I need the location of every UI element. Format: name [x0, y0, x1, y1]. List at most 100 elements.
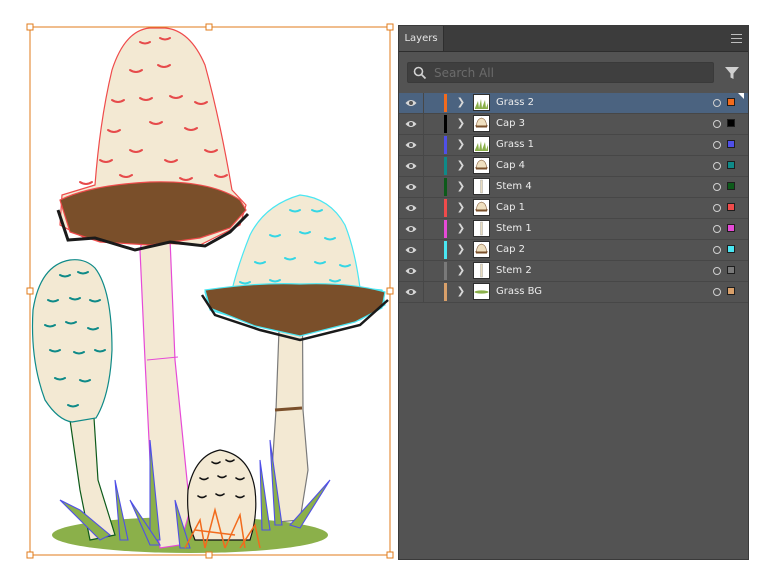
column-divider [423, 93, 424, 113]
layer-row[interactable]: ❯ Stem 2 [399, 261, 748, 282]
layer-name[interactable]: Stem 1 [496, 219, 532, 239]
layer-color-bar [444, 178, 447, 196]
expand-chevron-icon[interactable]: ❯ [455, 284, 467, 299]
layer-color-bar [444, 220, 447, 238]
eye-visibility-icon[interactable] [405, 119, 417, 129]
layer-thumbnail [473, 136, 490, 153]
eye-visibility-icon[interactable] [405, 224, 417, 234]
layer-thumbnail [473, 157, 490, 174]
target-circle-icon[interactable] [713, 99, 721, 107]
layer-name[interactable]: Grass 1 [496, 135, 534, 155]
selection-indicator-square[interactable] [727, 287, 735, 295]
expand-chevron-icon[interactable]: ❯ [455, 221, 467, 236]
target-circle-icon[interactable] [713, 246, 721, 254]
funnel-filter-icon[interactable] [724, 65, 740, 81]
selection-indicator-square[interactable] [727, 266, 735, 274]
tab-layers[interactable]: Layers [399, 26, 444, 51]
search-input[interactable] [434, 63, 704, 82]
column-divider [423, 282, 424, 302]
column-divider [423, 261, 424, 281]
layer-name[interactable]: Cap 3 [496, 114, 525, 134]
eye-visibility-icon[interactable] [405, 182, 417, 192]
layer-row[interactable]: ❯ Cap 3 [399, 114, 748, 135]
selected-corner-marker [738, 93, 744, 99]
layer-row[interactable]: ❯ Grass 2 [399, 93, 748, 114]
target-circle-icon[interactable] [713, 120, 721, 128]
layer-row[interactable]: ❯ Stem 1 [399, 219, 748, 240]
eye-visibility-icon[interactable] [405, 98, 417, 108]
expand-chevron-icon[interactable]: ❯ [455, 242, 467, 257]
expand-chevron-icon[interactable]: ❯ [455, 179, 467, 194]
layer-color-bar [444, 136, 447, 154]
layer-thumbnail [473, 241, 490, 258]
layer-thumbnail [473, 115, 490, 132]
expand-chevron-icon[interactable]: ❯ [455, 95, 467, 110]
eye-visibility-icon[interactable] [405, 203, 417, 213]
eye-visibility-icon[interactable] [405, 140, 417, 150]
layer-color-bar [444, 94, 447, 112]
layer-name[interactable]: Grass BG [496, 282, 542, 302]
artboard-canvas[interactable] [0, 0, 395, 582]
layer-thumbnail [473, 94, 490, 111]
column-divider [423, 135, 424, 155]
hamburger-menu-icon[interactable] [731, 34, 742, 43]
cap-4-shape [31, 259, 113, 423]
eye-visibility-icon[interactable] [405, 161, 417, 171]
layer-thumbnail [473, 178, 490, 195]
layer-row[interactable]: ❯ Grass BG [399, 282, 748, 303]
column-divider [423, 114, 424, 134]
layer-thumbnail [473, 199, 490, 216]
layer-thumbnail [473, 220, 490, 237]
search-field[interactable] [407, 62, 714, 83]
layer-name[interactable]: Grass 2 [496, 93, 534, 113]
mushroom-illustration[interactable] [0, 0, 395, 582]
eye-visibility-icon[interactable] [405, 266, 417, 276]
selection-indicator-square[interactable] [727, 224, 735, 232]
layer-row[interactable]: ❯ Stem 4 [399, 177, 748, 198]
layer-color-bar [444, 115, 447, 133]
selection-indicator-square[interactable] [727, 98, 735, 106]
column-divider [423, 219, 424, 239]
layer-name[interactable]: Cap 1 [496, 198, 525, 218]
expand-chevron-icon[interactable]: ❯ [455, 263, 467, 278]
expand-chevron-icon[interactable]: ❯ [455, 200, 467, 215]
panel-tab-bar: Layers [399, 26, 748, 52]
layer-color-bar [444, 262, 447, 280]
target-circle-icon[interactable] [713, 162, 721, 170]
layer-color-bar [444, 199, 447, 217]
expand-chevron-icon[interactable]: ❯ [455, 116, 467, 131]
layer-name[interactable]: Stem 4 [496, 177, 532, 197]
target-circle-icon[interactable] [713, 204, 721, 212]
layer-name[interactable]: Cap 2 [496, 240, 525, 260]
search-icon [413, 66, 427, 80]
eye-visibility-icon[interactable] [405, 287, 417, 297]
selection-indicator-square[interactable] [727, 140, 735, 148]
layer-thumbnail [473, 262, 490, 279]
target-circle-icon[interactable] [713, 141, 721, 149]
layer-name[interactable]: Stem 2 [496, 261, 532, 281]
layer-row[interactable]: ❯ Cap 1 [399, 198, 748, 219]
target-circle-icon[interactable] [713, 183, 721, 191]
expand-chevron-icon[interactable]: ❯ [455, 158, 467, 173]
layer-thumbnail [473, 283, 490, 300]
layer-color-bar [444, 241, 447, 259]
layer-name[interactable]: Cap 4 [496, 156, 525, 176]
selection-indicator-square[interactable] [727, 119, 735, 127]
layer-row[interactable]: ❯ Cap 2 [399, 240, 748, 261]
column-divider [423, 177, 424, 197]
column-divider [423, 156, 424, 176]
layer-row[interactable]: ❯ Grass 1 [399, 135, 748, 156]
column-divider [423, 240, 424, 260]
target-circle-icon[interactable] [713, 225, 721, 233]
target-circle-icon[interactable] [713, 267, 721, 275]
eye-visibility-icon[interactable] [405, 245, 417, 255]
layers-panel: Layers ❯ Grass 2 ❯ Cap 3 ❯ Grass 1 ❯ Cap 4 ❯ Stem… [398, 25, 749, 560]
selection-indicator-square[interactable] [727, 182, 735, 190]
selection-indicator-square[interactable] [727, 161, 735, 169]
selection-indicator-square[interactable] [727, 203, 735, 211]
selection-indicator-square[interactable] [727, 245, 735, 253]
layer-row[interactable]: ❯ Cap 4 [399, 156, 748, 177]
layer-color-bar [444, 157, 447, 175]
expand-chevron-icon[interactable]: ❯ [455, 137, 467, 152]
target-circle-icon[interactable] [713, 288, 721, 296]
